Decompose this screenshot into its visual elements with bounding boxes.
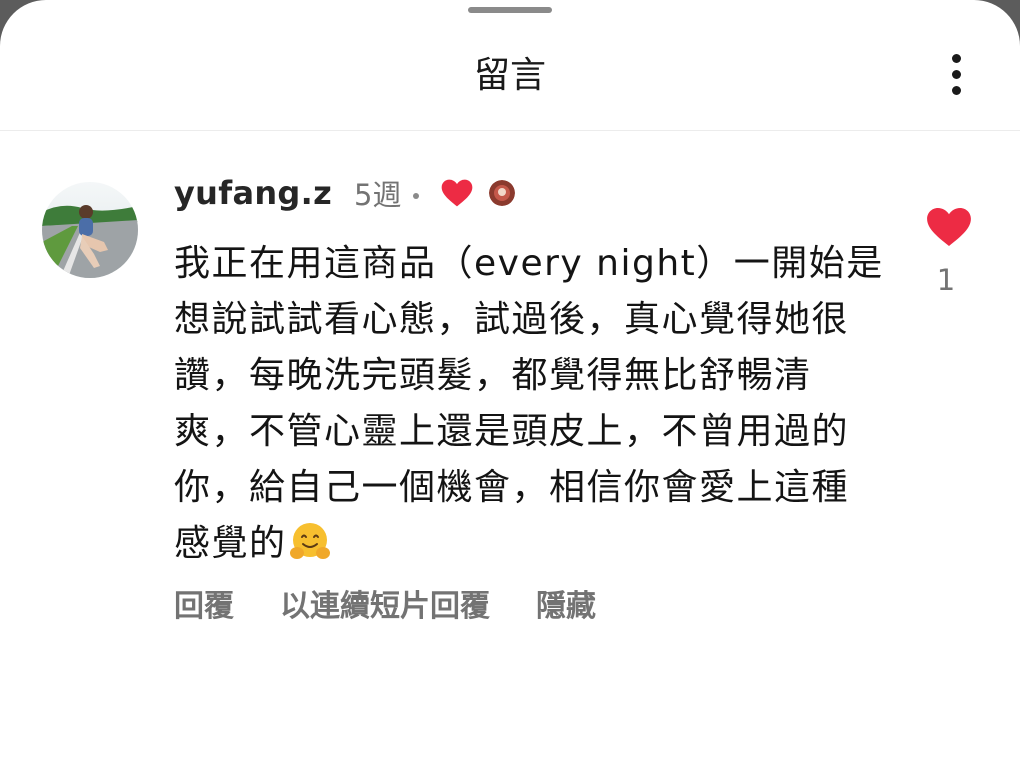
like-count[interactable]: 1 <box>918 263 974 297</box>
comment-text: 我正在用這商品（every night）一開始是想說試試看心態，試過後，真心覺得… <box>174 236 886 580</box>
heart-filled-icon[interactable] <box>918 207 974 253</box>
creator-avatar <box>489 180 516 206</box>
hugging-face-emoji <box>289 521 331 580</box>
heart-filled-icon <box>442 179 473 207</box>
reply-with-reel-button[interactable]: 以連續短片回覆 <box>280 581 490 625</box>
page-title: 留言 <box>473 55 546 96</box>
comment-text-content: 我正在用這商品（every night）一開始是想說試試看心態，試過後，真心覺得… <box>174 243 884 564</box>
comments-header: 留言 <box>0 0 1020 131</box>
creator-liked-badge <box>441 179 516 207</box>
comment-item: yufang.z 5週 我正在用這商品（every night）一開始是想說試試… <box>0 131 1020 651</box>
avatar[interactable] <box>42 182 138 278</box>
reply-button[interactable]: 回覆 <box>174 581 234 625</box>
comment-actions: 回覆 以連續短片回覆 隱藏 <box>174 581 642 625</box>
separator-dot <box>413 193 420 199</box>
timestamp: 5週 <box>354 178 402 212</box>
hide-button[interactable]: 隱藏 <box>536 581 596 625</box>
comment-meta: yufang.z 5週 <box>174 170 516 216</box>
username[interactable]: yufang.z <box>174 174 332 212</box>
more-vertical-icon[interactable] <box>932 46 980 102</box>
like-column: 1 <box>918 207 974 297</box>
comments-sheet: 留言 yufang.z 5週 我正在用這商品（every night）一開始是想… <box>0 0 1020 768</box>
